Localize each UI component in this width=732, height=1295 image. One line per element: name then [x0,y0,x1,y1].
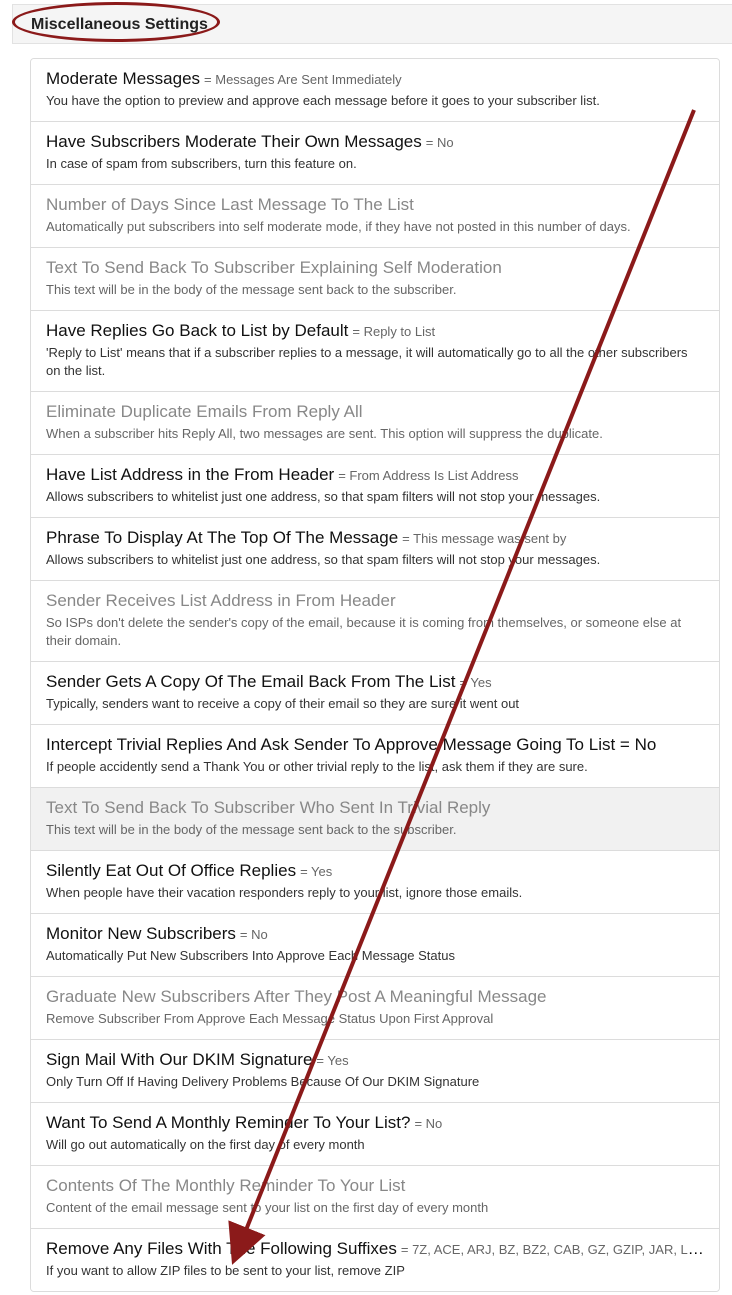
setting-value: = No [425,135,454,150]
setting-title: Intercept Trivial Replies And Ask Sender… [46,735,657,754]
setting-value: = Yes [300,864,333,879]
setting-value: = From Address Is List Address [338,468,519,483]
setting-description: Content of the email message sent to you… [46,1200,489,1215]
setting-row[interactable]: Have List Address in the From Header = Fr… [31,454,719,517]
setting-title: Sender Receives List Address in From Hea… [46,591,396,610]
setting-title-line: Graduate New Subscribers After They Post… [46,986,704,1008]
setting-title: Graduate New Subscribers After They Post… [46,987,547,1006]
setting-description: You have the option to preview and appro… [46,93,600,108]
setting-row[interactable]: Monitor New Subscribers = No Automatically… [31,913,719,976]
setting-title-line: Sender Receives List Address in From Hea… [46,590,704,612]
setting-value: = Yes [459,675,492,690]
setting-title-line: Number of Days Since Last Message To The… [46,194,704,216]
setting-value: = No [414,1116,443,1131]
setting-row[interactable]: Text To Send Back To Subscriber Who Sent… [31,787,719,850]
setting-value: = Messages Are Sent Immediately [204,72,402,87]
setting-title: Phrase To Display At The Top Of The Mess… [46,528,399,547]
setting-row[interactable]: Moderate Messages = Messages Are Sent Imm… [31,59,719,121]
setting-title-line: Intercept Trivial Replies And Ask Sender… [46,734,704,756]
setting-title: Text To Send Back To Subscriber Who Sent… [46,798,491,817]
setting-title: Eliminate Duplicate Emails From Reply Al… [46,402,363,421]
setting-description: Only Turn Off If Having Delivery Problem… [46,1074,480,1089]
setting-description: Typically, senders want to receive a cop… [46,696,520,711]
setting-description: When people have their vacation responde… [46,885,523,900]
setting-title-line: Remove Any Files With The Following Suff… [46,1238,704,1260]
setting-title-line: Have Subscribers Moderate Their Own Mess… [46,131,704,153]
setting-title: Have Subscribers Moderate Their Own Mess… [46,132,422,151]
setting-title-line: Contents Of The Monthly Reminder To Your… [46,1175,704,1197]
setting-description: Automatically Put New Subscribers Into A… [46,948,455,963]
setting-description: Allows subscribers to whitelist just one… [46,489,601,504]
setting-row[interactable]: Number of Days Since Last Message To The… [31,184,719,247]
setting-row[interactable]: Want To Send A Monthly Reminder To Your … [31,1102,719,1165]
setting-title-line: Eliminate Duplicate Emails From Reply Al… [46,401,704,423]
setting-value: = This message was sent by [402,531,567,546]
setting-title: Remove Any Files With The Following Suff… [46,1239,397,1258]
setting-row[interactable]: Sender Gets A Copy Of The Email Back Fro… [31,661,719,724]
setting-title-line: Want To Send A Monthly Reminder To Your … [46,1112,704,1134]
setting-description: Remove Subscriber From Approve Each Mess… [46,1011,494,1026]
setting-description: When a subscriber hits Reply All, two me… [46,426,603,441]
setting-row[interactable]: Intercept Trivial Replies And Ask Sender… [31,724,719,787]
setting-value: = No [239,927,268,942]
setting-row[interactable]: Sign Mail With Our DKIM Signature = Yes On… [31,1039,719,1102]
setting-value: = Yes [316,1053,349,1068]
setting-description: Automatically put subscribers into self … [46,219,631,234]
annotation-circle [12,2,220,42]
setting-row[interactable]: Silently Eat Out Of Office Replies = Yes W… [31,850,719,913]
setting-title-line: Sign Mail With Our DKIM Signature = Yes [46,1049,704,1071]
setting-row[interactable]: Sender Receives List Address in From Hea… [31,580,719,661]
setting-value: = 7Z, ACE, ARJ, BZ, BZ2, CAB, GZ, GZIP, … [400,1242,704,1257]
setting-description: This text will be in the body of the mes… [46,282,457,297]
setting-title-line: Sender Gets A Copy Of The Email Back Fro… [46,671,704,693]
setting-row[interactable]: Eliminate Duplicate Emails From Reply Al… [31,391,719,454]
setting-row[interactable]: Phrase To Display At The Top Of The Mess… [31,517,719,580]
setting-value: = Reply to List [352,324,436,339]
setting-title: Silently Eat Out Of Office Replies [46,861,297,880]
setting-description: Allows subscribers to whitelist just one… [46,552,601,567]
setting-row[interactable]: Remove Any Files With The Following Suff… [31,1228,719,1291]
setting-title: Moderate Messages [46,69,201,88]
settings-list: Moderate Messages = Messages Are Sent Imm… [30,58,720,1292]
setting-row[interactable]: Have Subscribers Moderate Their Own Mess… [31,121,719,184]
setting-description: If people accidently send a Thank You or… [46,759,588,774]
setting-title: Want To Send A Monthly Reminder To Your … [46,1113,411,1132]
setting-description: In case of spam from subscribers, turn t… [46,156,357,171]
setting-title-line: Phrase To Display At The Top Of The Mess… [46,527,704,549]
setting-title: Have Replies Go Back to List by Default [46,321,349,340]
setting-title: Text To Send Back To Subscriber Explaini… [46,258,502,277]
setting-title-line: Moderate Messages = Messages Are Sent Imm… [46,68,704,90]
setting-title-line: Have Replies Go Back to List by Default =… [46,320,704,342]
setting-title-line: Silently Eat Out Of Office Replies = Yes [46,860,704,882]
setting-description: 'Reply to List' means that if a subscrib… [46,345,688,378]
setting-title: Monitor New Subscribers [46,924,236,943]
setting-description: This text will be in the body of the mes… [46,822,457,837]
setting-row[interactable]: Text To Send Back To Subscriber Explaini… [31,247,719,310]
setting-description: So ISPs don't delete the sender's copy o… [46,615,682,648]
setting-title: Contents Of The Monthly Reminder To Your… [46,1176,406,1195]
setting-description: Will go out automatically on the first d… [46,1137,365,1152]
setting-title-line: Text To Send Back To Subscriber Who Sent… [46,797,704,819]
setting-title: Number of Days Since Last Message To The… [46,195,414,214]
setting-row[interactable]: Contents Of The Monthly Reminder To Your… [31,1165,719,1228]
setting-title: Sign Mail With Our DKIM Signature [46,1050,313,1069]
setting-description: If you want to allow ZIP files to be sen… [46,1263,405,1278]
setting-row[interactable]: Have Replies Go Back to List by Default =… [31,310,719,391]
setting-title: Have List Address in the From Header [46,465,335,484]
setting-title-line: Text To Send Back To Subscriber Explaini… [46,257,704,279]
setting-title: Sender Gets A Copy Of The Email Back Fro… [46,672,456,691]
setting-row[interactable]: Graduate New Subscribers After They Post… [31,976,719,1039]
setting-title-line: Have List Address in the From Header = Fr… [46,464,704,486]
setting-title-line: Monitor New Subscribers = No [46,923,704,945]
